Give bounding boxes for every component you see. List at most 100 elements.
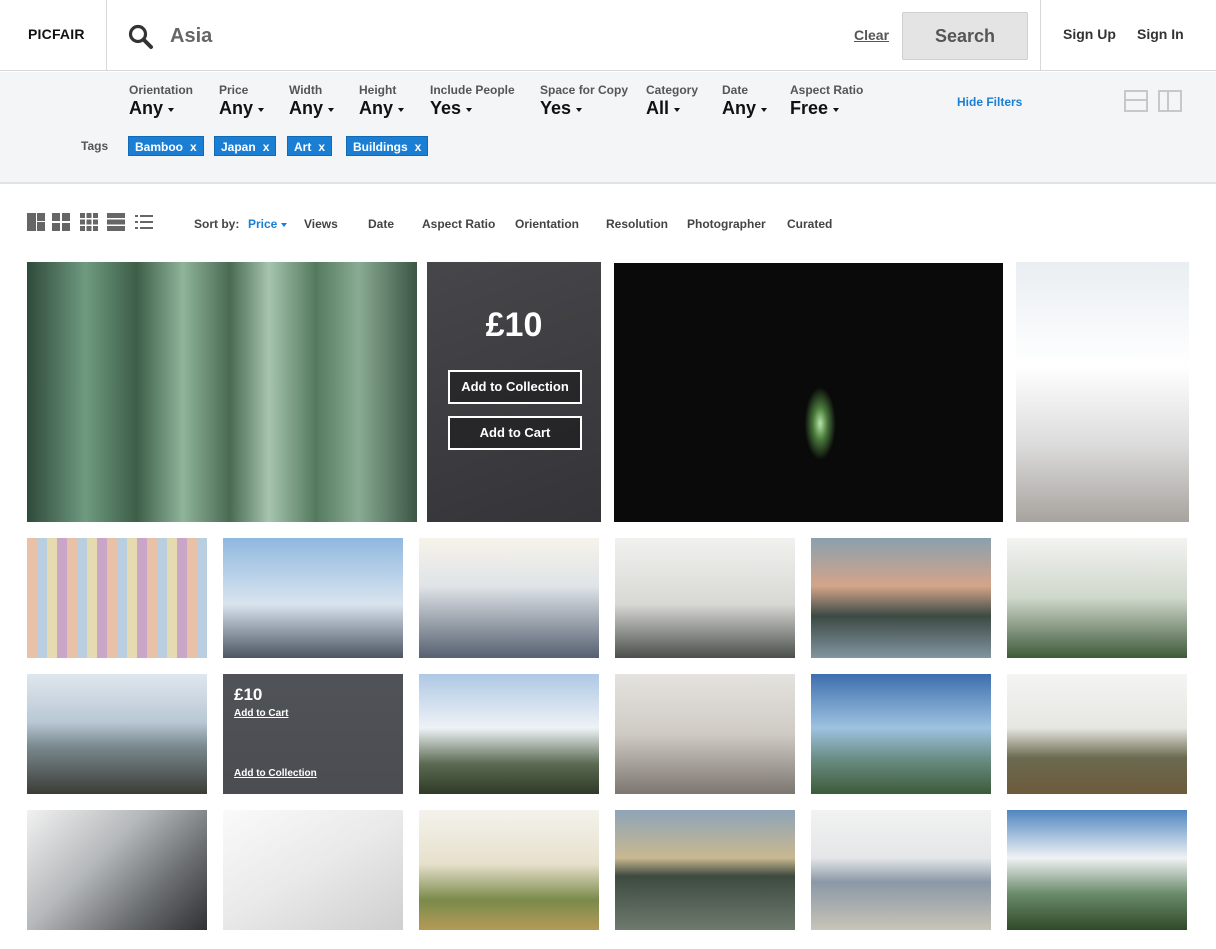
add-to-collection-link[interactable]: Add to Collection (234, 768, 317, 779)
search-input[interactable] (170, 20, 810, 52)
filter-value: Any (289, 98, 324, 118)
photo-smoggy-skyline[interactable] (615, 674, 795, 794)
search-icon[interactable] (128, 24, 154, 50)
tag-label: Bamboo (135, 140, 183, 154)
photo-hazy-city-view[interactable] (223, 538, 403, 658)
filter-label: Include People (430, 83, 515, 97)
filter-label: Price (219, 83, 249, 97)
tag-bamboo[interactable]: Bamboo x (128, 136, 204, 156)
sort-date[interactable]: Date (368, 217, 394, 231)
filter-height[interactable]: Height Any (359, 83, 405, 119)
price-label: £10 (485, 306, 543, 344)
sort-views[interactable]: Views (304, 217, 338, 231)
add-to-collection-button[interactable]: Add to Collection (448, 370, 582, 404)
photo-misty-cable-car[interactable] (615, 538, 795, 658)
filter-space-for-copy[interactable]: Space for Copy Yes (540, 83, 628, 119)
photo-tower-blocks-up[interactable] (419, 538, 599, 658)
filter-value: All (646, 98, 670, 118)
view-large-grid-icon[interactable] (52, 213, 70, 231)
photo-highrise-reflection[interactable] (615, 810, 795, 930)
tag-buildings[interactable]: Buildings x (346, 136, 429, 156)
layout-horizontal-icon[interactable] (1124, 90, 1148, 112)
sign-in-link[interactable]: Sign In (1137, 26, 1184, 42)
header-divider (1040, 0, 1041, 71)
tag-japan[interactable]: Japan x (214, 136, 277, 156)
photo-colorful-apartments[interactable] (27, 538, 207, 658)
remove-tag-icon[interactable]: x (263, 140, 270, 154)
photo-white-escalator[interactable] (1016, 262, 1189, 522)
sort-aspect-ratio[interactable]: Aspect Ratio (422, 217, 495, 231)
hide-filters-link[interactable]: Hide Filters (957, 95, 1022, 109)
filter-label: Space for Copy (540, 83, 629, 97)
filter-value: Any (722, 98, 757, 118)
view-mosaic-icon[interactable] (27, 213, 45, 231)
photo-city-waterfront[interactable] (811, 810, 991, 930)
filter-date[interactable]: Date Any (722, 83, 768, 119)
filter-aspect-ratio[interactable]: Aspect Ratio Free (790, 83, 863, 119)
caret-down-icon (576, 107, 583, 112)
photo-bay-mountains[interactable] (811, 674, 991, 794)
filter-category[interactable]: Category All (646, 83, 698, 119)
photo-lone-tree-ruins[interactable] (419, 810, 599, 930)
caret-down-icon (466, 107, 473, 112)
photo-pendulum-trees[interactable] (1007, 538, 1187, 658)
tag-label: Buildings (353, 140, 408, 154)
photo-white-interior[interactable] (223, 810, 403, 930)
remove-tag-icon[interactable]: x (318, 140, 325, 154)
filter-width[interactable]: Width Any (289, 83, 335, 119)
photo-hover-card[interactable]: £10 Add to Cart Add to Collection (223, 674, 403, 794)
sign-up-link[interactable]: Sign Up (1063, 26, 1116, 42)
logo[interactable]: PICFAIR (28, 26, 85, 42)
filter-label: Height (359, 83, 397, 97)
filters-panel: Orientation Any Price Any Width Any Heig… (0, 72, 1216, 184)
photo-tropical-hills[interactable] (1007, 810, 1187, 930)
add-to-cart-button[interactable]: Add to Cart (448, 416, 582, 450)
filter-value: Yes (430, 98, 462, 118)
filter-include-people[interactable]: Include People Yes (430, 83, 515, 119)
photo-dark-forest-light[interactable] (614, 263, 1003, 522)
caret-down-icon (258, 107, 265, 112)
sort-orientation[interactable]: Orientation (515, 217, 579, 231)
filter-label: Width (289, 83, 323, 97)
photo-angkor-temple[interactable] (1007, 674, 1187, 794)
tag-label: Art (294, 140, 312, 154)
sort-label: Sort by: (194, 217, 240, 231)
sort-curated[interactable]: Curated (787, 217, 832, 231)
remove-tag-icon[interactable]: x (415, 140, 422, 154)
view-rows-icon[interactable] (107, 213, 125, 231)
caret-down-icon (168, 107, 175, 112)
price-label: £10 (234, 685, 263, 704)
photo-city-highway-aerial[interactable]: £10 Add to Collection Add to Cart (427, 262, 601, 522)
filter-orientation[interactable]: Orientation Any (129, 83, 193, 119)
layout-sidebar-icon[interactable] (1158, 90, 1182, 112)
search-button[interactable]: Search (902, 12, 1028, 60)
filter-price[interactable]: Price Any (219, 83, 265, 119)
hover-overlay: £10 Add to Collection Add to Cart (427, 262, 601, 522)
view-list-icon[interactable] (135, 213, 153, 231)
photo-sunset-lake[interactable] (811, 538, 991, 658)
caret-down-icon (674, 107, 681, 112)
remove-tag-icon[interactable]: x (190, 140, 197, 154)
sort-price[interactable]: Price (248, 217, 288, 231)
add-to-cart-link[interactable]: Add to Cart (234, 708, 288, 719)
photo-bamboo-forest[interactable] (27, 262, 417, 522)
filter-value: Any (219, 98, 254, 118)
filter-label: Orientation (129, 83, 194, 97)
caret-down-icon (833, 107, 840, 112)
clear-link[interactable]: Clear (854, 27, 889, 43)
sort-photographer[interactable]: Photographer (687, 217, 766, 231)
caret-down-icon (328, 107, 335, 112)
caret-down-icon (281, 222, 288, 227)
sort-resolution[interactable]: Resolution (606, 217, 668, 231)
photo-glass-atrium[interactable] (27, 810, 207, 930)
filter-value: Free (790, 98, 829, 118)
caret-down-icon (398, 107, 405, 112)
filter-value: Yes (540, 98, 572, 118)
photo-mountain-clouds[interactable] (419, 674, 599, 794)
photo-torii-gate[interactable] (27, 674, 207, 794)
filter-value: Any (359, 98, 394, 118)
tags-label: Tags (81, 139, 109, 153)
tag-art[interactable]: Art x (287, 136, 333, 156)
view-small-grid-icon[interactable] (80, 213, 98, 231)
hover-overlay: £10 Add to Cart Add to Collection (223, 674, 403, 794)
